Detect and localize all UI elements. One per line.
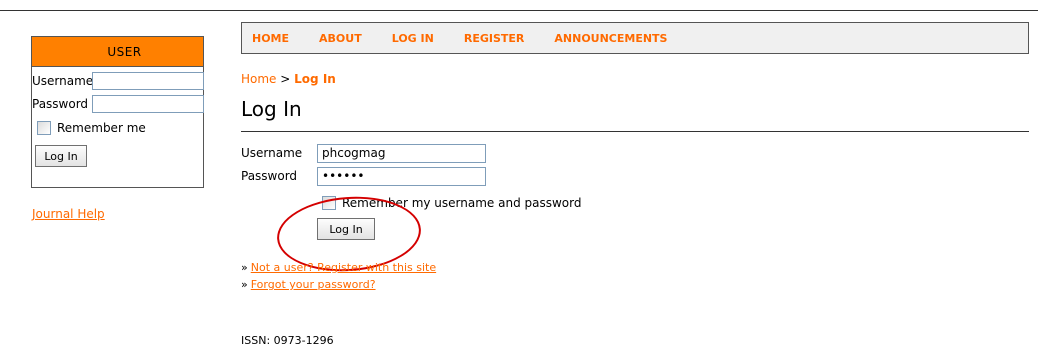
forgot-password-link[interactable]: Forgot your password?	[251, 278, 376, 291]
sidebar-remember-row: Remember me	[37, 121, 146, 135]
remember-row: Remember my username and password	[322, 196, 581, 210]
breadcrumb-current: Log In	[294, 72, 336, 86]
page-title: Log In	[241, 97, 302, 121]
nav-home[interactable]: HOME	[252, 32, 289, 45]
remember-label: Remember my username and password	[342, 196, 582, 210]
journal-help-link[interactable]: Journal Help	[32, 207, 105, 221]
nav-log-in[interactable]: LOG IN	[392, 32, 434, 45]
breadcrumb: Home > Log In	[241, 72, 336, 86]
sidebar-password-row: Password	[32, 94, 204, 114]
username-label: Username	[241, 146, 303, 160]
password-label: Password	[241, 169, 298, 183]
register-bullet: »	[241, 261, 248, 274]
register-link[interactable]: Not a user? Register with this site	[251, 261, 436, 274]
nav-announcements[interactable]: ANNOUNCEMENTS	[554, 32, 667, 45]
sidebar-password-label: Password	[32, 97, 89, 111]
password-input[interactable]	[317, 166, 486, 186]
sidebar-password-input[interactable]	[92, 95, 204, 113]
sidebar-user-block: USER Username Password Remember me Log I…	[31, 36, 204, 188]
title-divider	[241, 131, 1029, 132]
login-button[interactable]: Log In	[317, 218, 375, 240]
nav-about[interactable]: ABOUT	[319, 32, 362, 45]
remember-checkbox[interactable]	[322, 196, 336, 210]
top-navbar: HOME ABOUT LOG IN REGISTER ANNOUNCEMENTS	[241, 22, 1029, 54]
sidebar-remember-label: Remember me	[57, 121, 146, 135]
sidebar-title: USER	[32, 37, 203, 67]
breadcrumb-home[interactable]: Home	[241, 72, 276, 86]
username-input[interactable]	[317, 143, 486, 163]
forgot-bullet: »	[241, 278, 248, 291]
sidebar-username-input[interactable]	[92, 72, 204, 90]
top-divider	[0, 10, 1038, 11]
password-row: Password	[241, 166, 486, 186]
sidebar-login-button[interactable]: Log In	[35, 145, 87, 167]
forgot-link-line: » Forgot your password?	[241, 278, 376, 291]
sidebar-username-row: Username	[32, 71, 204, 91]
sidebar-remember-checkbox[interactable]	[37, 121, 51, 135]
register-link-line: » Not a user? Register with this site	[241, 261, 436, 274]
breadcrumb-separator: >	[280, 72, 291, 86]
sidebar-username-label: Username	[32, 74, 94, 88]
nav-register[interactable]: REGISTER	[464, 32, 525, 45]
issn-text: ISSN: 0973-1296	[241, 334, 334, 347]
username-row: Username	[241, 143, 486, 163]
